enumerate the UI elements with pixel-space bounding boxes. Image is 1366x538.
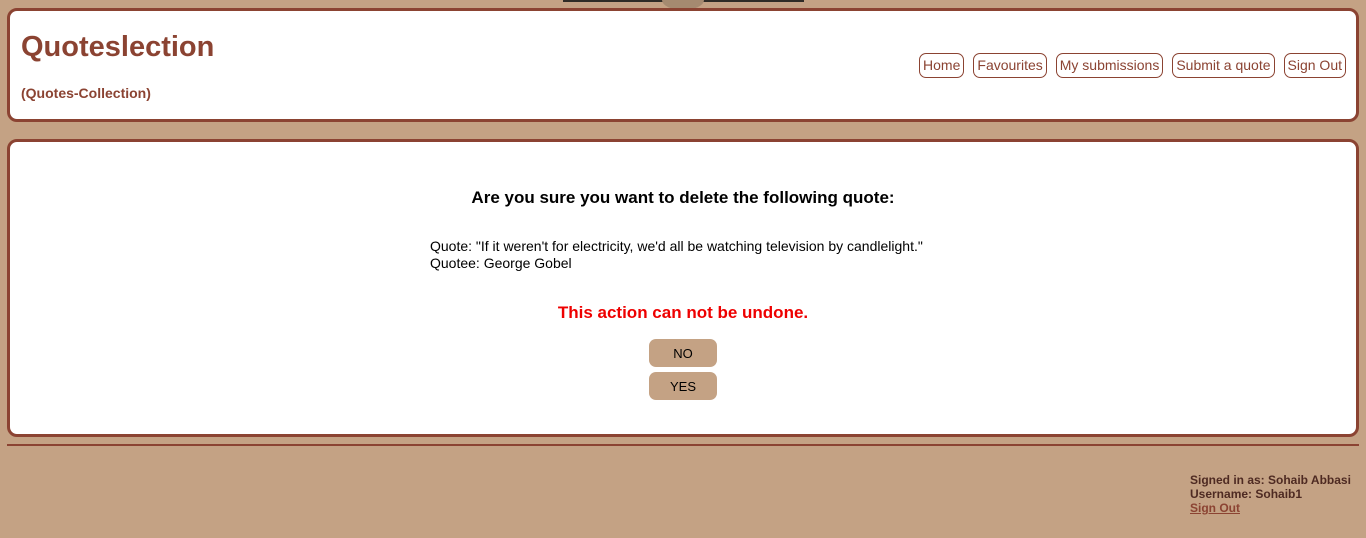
site-title: Quoteslection xyxy=(21,31,215,63)
nav-favourites-button[interactable]: Favourites xyxy=(973,53,1047,78)
username: Username: Sohaib1 xyxy=(1190,487,1303,501)
user-info: Signed in as: Sohaib Abbasi Username: So… xyxy=(1190,473,1351,515)
nav-my-submissions-button[interactable]: My submissions xyxy=(1055,53,1164,78)
footer-sign-out-link[interactable]: Sign Out xyxy=(1190,501,1351,515)
quote-text: Quote: "If it weren't for electricity, w… xyxy=(430,238,923,254)
yes-button[interactable]: YES xyxy=(649,372,717,400)
nav-home-button[interactable]: Home xyxy=(919,53,965,78)
quotee-text: Quotee: George Gobel xyxy=(430,255,572,271)
quote-details: Quote: "If it weren't for electricity, w… xyxy=(430,238,923,272)
signed-in-as: Signed in as: Sohaib Abbasi xyxy=(1190,473,1351,487)
confirm-heading: Are you sure you want to delete the foll… xyxy=(471,188,895,207)
site-subtitle: (Quotes-Collection) xyxy=(21,85,151,101)
nav-submit-quote-button[interactable]: Submit a quote xyxy=(1172,53,1275,78)
warning-message: This action can not be undone. xyxy=(557,303,809,322)
nav-sign-out-button[interactable]: Sign Out xyxy=(1283,53,1346,78)
footer-divider xyxy=(7,444,1359,446)
site-header: Quoteslection (Quotes-Collection) Home F… xyxy=(7,8,1359,122)
main-nav: Home Favourites My submissions Submit a … xyxy=(919,53,1346,78)
no-button[interactable]: NO xyxy=(649,339,717,367)
delete-confirm-panel: Are you sure you want to delete the foll… xyxy=(7,139,1359,437)
